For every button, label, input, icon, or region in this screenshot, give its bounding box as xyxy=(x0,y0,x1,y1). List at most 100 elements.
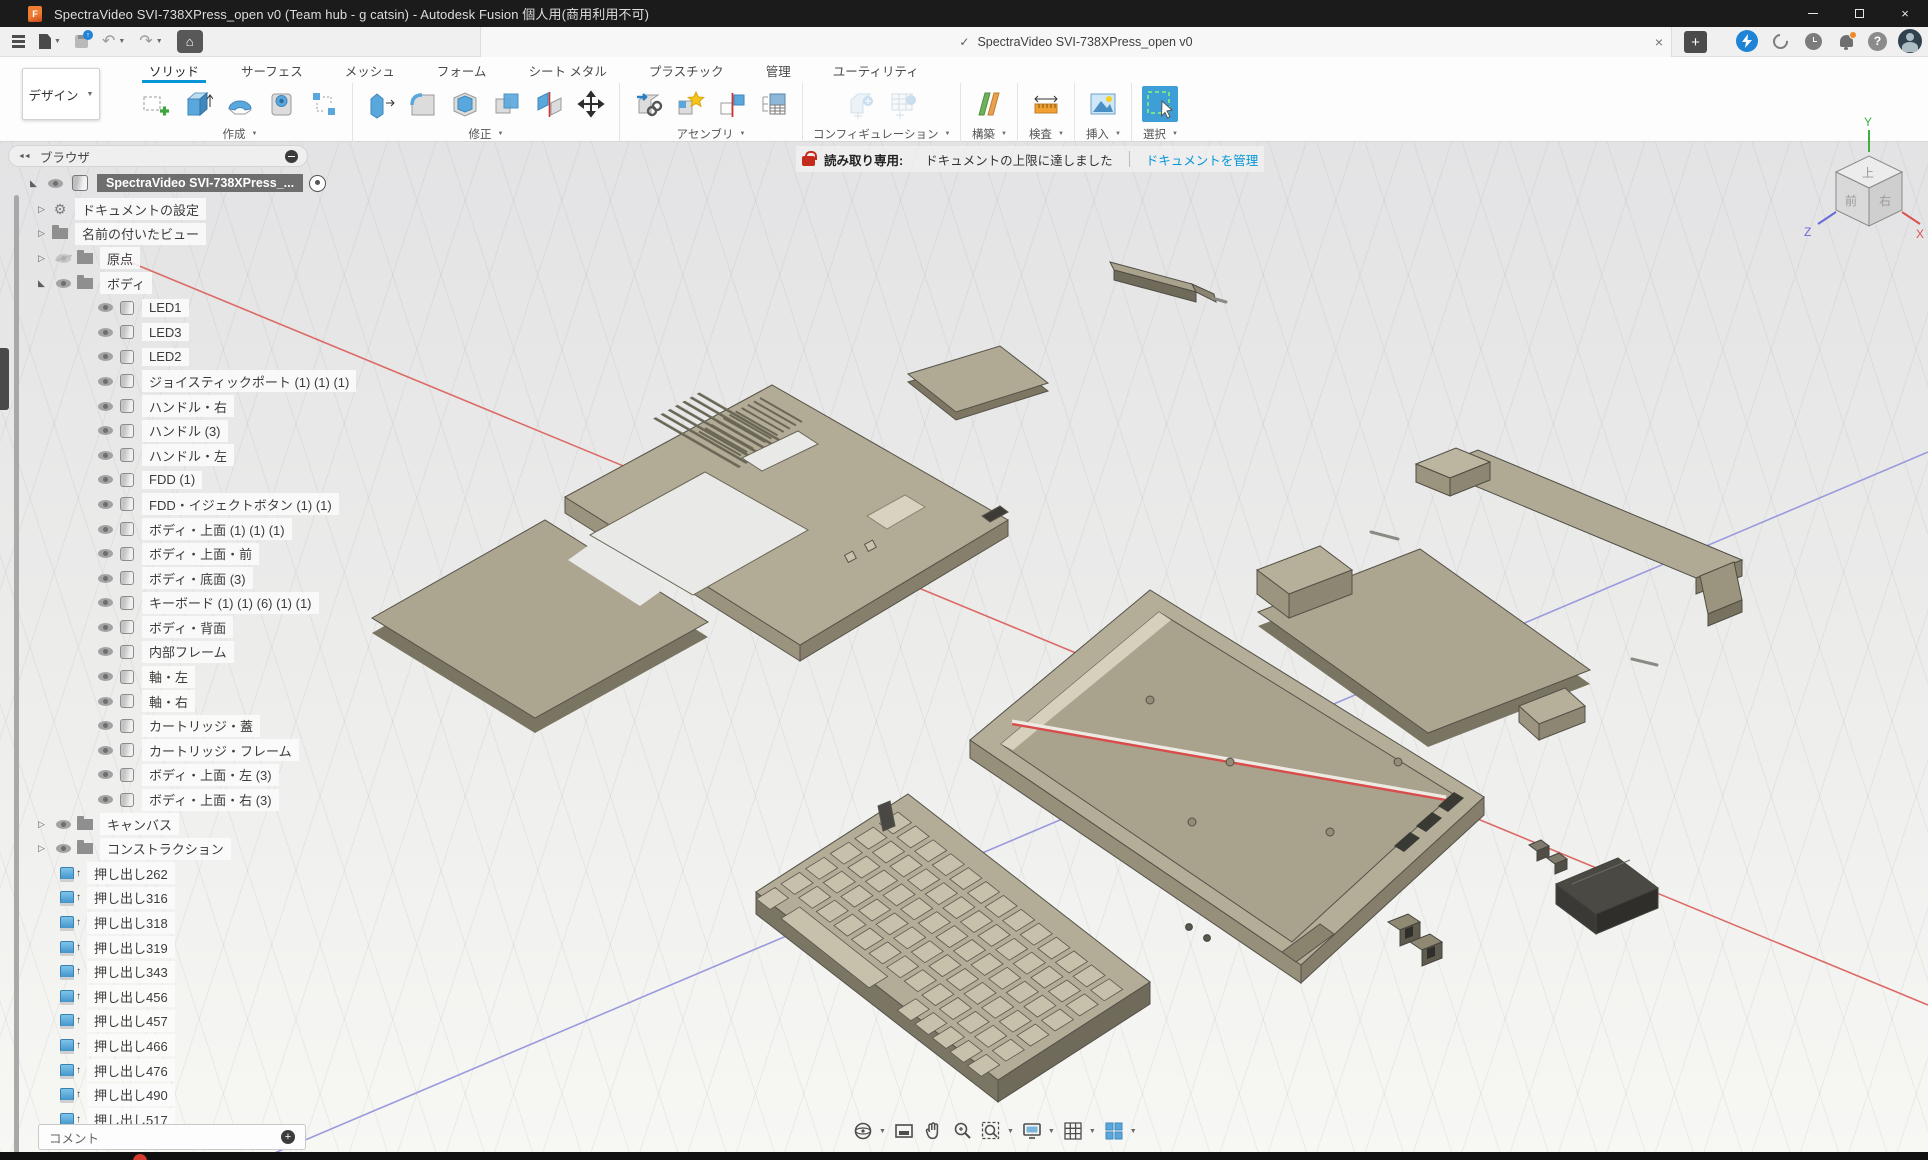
tree-item-label[interactable]: 押し出し456 xyxy=(87,985,175,1007)
tree-item-label[interactable]: 軸・右 xyxy=(142,690,195,712)
browser-tree-row[interactable]: ▷ ◣ ⚙ ↑ 押し出し343 xyxy=(8,959,308,984)
browser-tree-row[interactable]: ▷ ◣ ⚙ ↑ 原点 xyxy=(8,246,308,271)
minimize-browser-icon[interactable] xyxy=(285,150,298,163)
tree-item-label[interactable]: 押し出し466 xyxy=(87,1034,175,1056)
expanded-arrow-icon[interactable]: ◣ xyxy=(38,278,51,289)
tree-item-label[interactable]: 押し出し318 xyxy=(87,912,175,934)
tree-item-label[interactable]: ボディ・底面 (3) xyxy=(142,567,253,589)
tree-item-label[interactable]: ハンドル (3) xyxy=(142,420,228,442)
visibility-eye-icon[interactable] xyxy=(98,672,113,681)
browser-tree-row[interactable]: ▷ ◣ ⚙ ↑ 押し出し476 xyxy=(8,1058,308,1083)
pan-button[interactable] xyxy=(922,1120,944,1142)
collapsed-arrow-icon[interactable]: ▷ xyxy=(38,204,51,215)
zoom-button[interactable] xyxy=(951,1120,973,1142)
browser-tree-row[interactable]: ▷ ◣ ⚙ ↑ ボディ・上面 (1) (1) (1) xyxy=(8,517,308,542)
visibility-eye-icon[interactable] xyxy=(98,426,113,435)
visibility-eye-icon[interactable] xyxy=(98,328,113,337)
visibility-eye-icon[interactable] xyxy=(98,500,113,509)
tree-item-label[interactable]: 押し出し457 xyxy=(87,1010,175,1032)
browser-tree-row[interactable]: ▷ ◣ ⚙ ↑ ボディ・上面・前 xyxy=(8,541,308,566)
collapse-panel-icon[interactable]: ◄◄ xyxy=(18,153,30,160)
browser-tree-row[interactable]: ▷ ◣ ⚙ ↑ コンストラクション xyxy=(8,836,308,861)
browser-tree-row[interactable]: ▷ ◣ ⚙ ↑ FDD (1) xyxy=(8,468,308,493)
activate-component-icon[interactable] xyxy=(309,175,326,192)
browser-tree-row[interactable]: ▷ ◣ ⚙ ↑ キャンバス xyxy=(8,812,308,837)
browser-tree-row[interactable]: ▷ ◣ ⚙ ↑ 軸・右 xyxy=(8,689,308,714)
visibility-eye-icon[interactable] xyxy=(98,525,113,534)
root-component-label[interactable]: SpectraVideo SVI-738XPress_... xyxy=(97,174,303,192)
browser-tree-row[interactable]: ▷ ◣ ⚙ ↑ 軸・左 xyxy=(8,664,308,689)
tree-item-label[interactable]: ハンドル・左 xyxy=(142,444,234,466)
visibility-eye-icon[interactable] xyxy=(98,647,113,656)
browser-tree-row[interactable]: ▷ ◣ ⚙ ↑ ハンドル・右 xyxy=(8,394,308,419)
model-cartridge-frame[interactable] xyxy=(908,346,1048,420)
viewports-button[interactable]: ▼ xyxy=(1103,1120,1137,1142)
browser-tree-row[interactable]: ▷ ◣ ⚙ ↑ カートリッジ・フレーム xyxy=(8,738,308,763)
browser-tree-row[interactable]: ▷ ◣ ⚙ ↑ LED2 xyxy=(8,345,308,370)
tree-item-label[interactable]: 名前の付いたビュー xyxy=(75,223,206,245)
tree-item-label[interactable]: 押し出し319 xyxy=(87,936,175,958)
tree-item-label[interactable]: LED1 xyxy=(142,299,189,317)
visibility-eye-off-icon[interactable] xyxy=(56,254,71,263)
visibility-eye-icon[interactable] xyxy=(98,475,113,484)
browser-tree-row[interactable]: ▷ ◣ ⚙ ↑ LED1 xyxy=(8,295,308,320)
grid-snap-button[interactable]: ▼ xyxy=(1062,1120,1096,1142)
browser-tree-row[interactable]: ▷ ◣ ⚙ ↑ 押し出し262 xyxy=(8,861,308,886)
visibility-eye-icon[interactable] xyxy=(56,844,71,853)
tree-item-label[interactable]: LED2 xyxy=(142,348,189,366)
browser-tree-row[interactable]: ▷ ◣ ⚙ ↑ ボディ・上面・右 (3) xyxy=(8,787,308,812)
browser-tree-row[interactable]: ▷ ◣ ⚙ ↑ ボディ・底面 (3) xyxy=(8,566,308,591)
tree-item-label[interactable]: 押し出し316 xyxy=(87,887,175,909)
browser-tree-row[interactable]: ▷ ◣ ⚙ ↑ 押し出し466 xyxy=(8,1033,308,1058)
tree-item-label[interactable]: 原点 xyxy=(100,247,140,269)
browser-tree-row[interactable]: ▷ ◣ ⚙ ↑ 押し出し457 xyxy=(8,1009,308,1034)
tree-item-label[interactable]: ボディ・上面・左 (3) xyxy=(142,764,279,786)
tree-item-label[interactable]: コンストラクション xyxy=(100,838,231,860)
tree-item-label[interactable]: ボディ xyxy=(100,272,152,294)
display-settings-button[interactable]: ▼ xyxy=(1021,1120,1055,1142)
tree-item-label[interactable]: ドキュメントの設定 xyxy=(75,198,206,220)
browser-header[interactable]: ◄◄ ブラウザ xyxy=(8,145,308,167)
visibility-eye-icon[interactable] xyxy=(98,697,113,706)
visibility-eye-icon[interactable] xyxy=(98,574,113,583)
model-rear-strip[interactable] xyxy=(1110,262,1226,302)
visibility-eye-icon[interactable] xyxy=(98,770,113,779)
tree-item-label[interactable]: ジョイスティックポート (1) (1) (1) xyxy=(142,370,356,392)
collapsed-arrow-icon[interactable]: ▷ xyxy=(38,228,51,239)
browser-tree-row[interactable]: ▷ ◣ ⚙ ↑ 内部フレーム xyxy=(8,640,308,665)
look-at-button[interactable] xyxy=(893,1120,915,1142)
visibility-eye-icon[interactable] xyxy=(98,623,113,632)
tree-item-label[interactable]: LED3 xyxy=(142,323,189,341)
collapsed-panel-handle[interactable] xyxy=(0,348,9,410)
visibility-eye-icon[interactable] xyxy=(98,352,113,361)
browser-tree-row[interactable]: ▷ ◣ ⚙ ↑ ボディ xyxy=(8,271,308,296)
add-comment-icon[interactable]: + xyxy=(281,1130,295,1144)
tree-item-label[interactable]: ボディ・上面・前 xyxy=(142,543,259,565)
view-cube[interactable]: Y X Z 上 前 右 xyxy=(1804,115,1924,241)
visibility-eye-icon[interactable] xyxy=(98,303,113,312)
browser-root-row[interactable]: ◣ SpectraVideo SVI-738XPress_... xyxy=(8,171,308,195)
tree-item-label[interactable]: FDD (1) xyxy=(142,471,202,489)
browser-tree-row[interactable]: ▷ ◣ ⚙ ↑ ハンドル・左 xyxy=(8,443,308,468)
expand-arrow-icon[interactable]: ◣ xyxy=(30,178,43,189)
browser-tree-row[interactable]: ▷ ◣ ⚙ ↑ FDD・イジェクトボタン (1) (1) xyxy=(8,492,308,517)
tree-item-label[interactable]: ボディ・上面・右 (3) xyxy=(142,789,279,811)
visibility-eye-icon[interactable] xyxy=(98,721,113,730)
manage-documents-link[interactable]: ドキュメントを管理 xyxy=(1146,150,1259,169)
tree-item-label[interactable]: キーボード (1) (1) (6) (1) (1) xyxy=(142,592,319,614)
visibility-eye-icon[interactable] xyxy=(98,795,113,804)
tree-item-label[interactable]: FDD・イジェクトボタン (1) (1) xyxy=(142,493,339,515)
browser-tree-row[interactable]: ▷ ◣ ⚙ ↑ ボディ・上面・左 (3) xyxy=(8,763,308,788)
browser-tree-row[interactable]: ▷ ◣ ⚙ ↑ ドキュメントの設定 xyxy=(8,197,308,222)
tree-item-label[interactable]: ハンドル・右 xyxy=(142,395,234,417)
browser-scrollbar[interactable] xyxy=(14,195,19,1157)
browser-tree-row[interactable]: ▷ ◣ ⚙ ↑ 名前の付いたビュー xyxy=(8,222,308,247)
visibility-eye-icon[interactable] xyxy=(98,746,113,755)
collapsed-arrow-icon[interactable]: ▷ xyxy=(38,843,51,854)
tree-item-label[interactable]: 軸・左 xyxy=(142,666,195,688)
comment-bar[interactable]: コメント + xyxy=(38,1124,306,1150)
browser-tree-row[interactable]: ▷ ◣ ⚙ ↑ 押し出し316 xyxy=(8,886,308,911)
collapsed-arrow-icon[interactable]: ▷ xyxy=(38,253,51,264)
tree-item-label[interactable]: 押し出し343 xyxy=(87,961,175,983)
orbit-button[interactable]: ▼ xyxy=(852,1120,886,1142)
